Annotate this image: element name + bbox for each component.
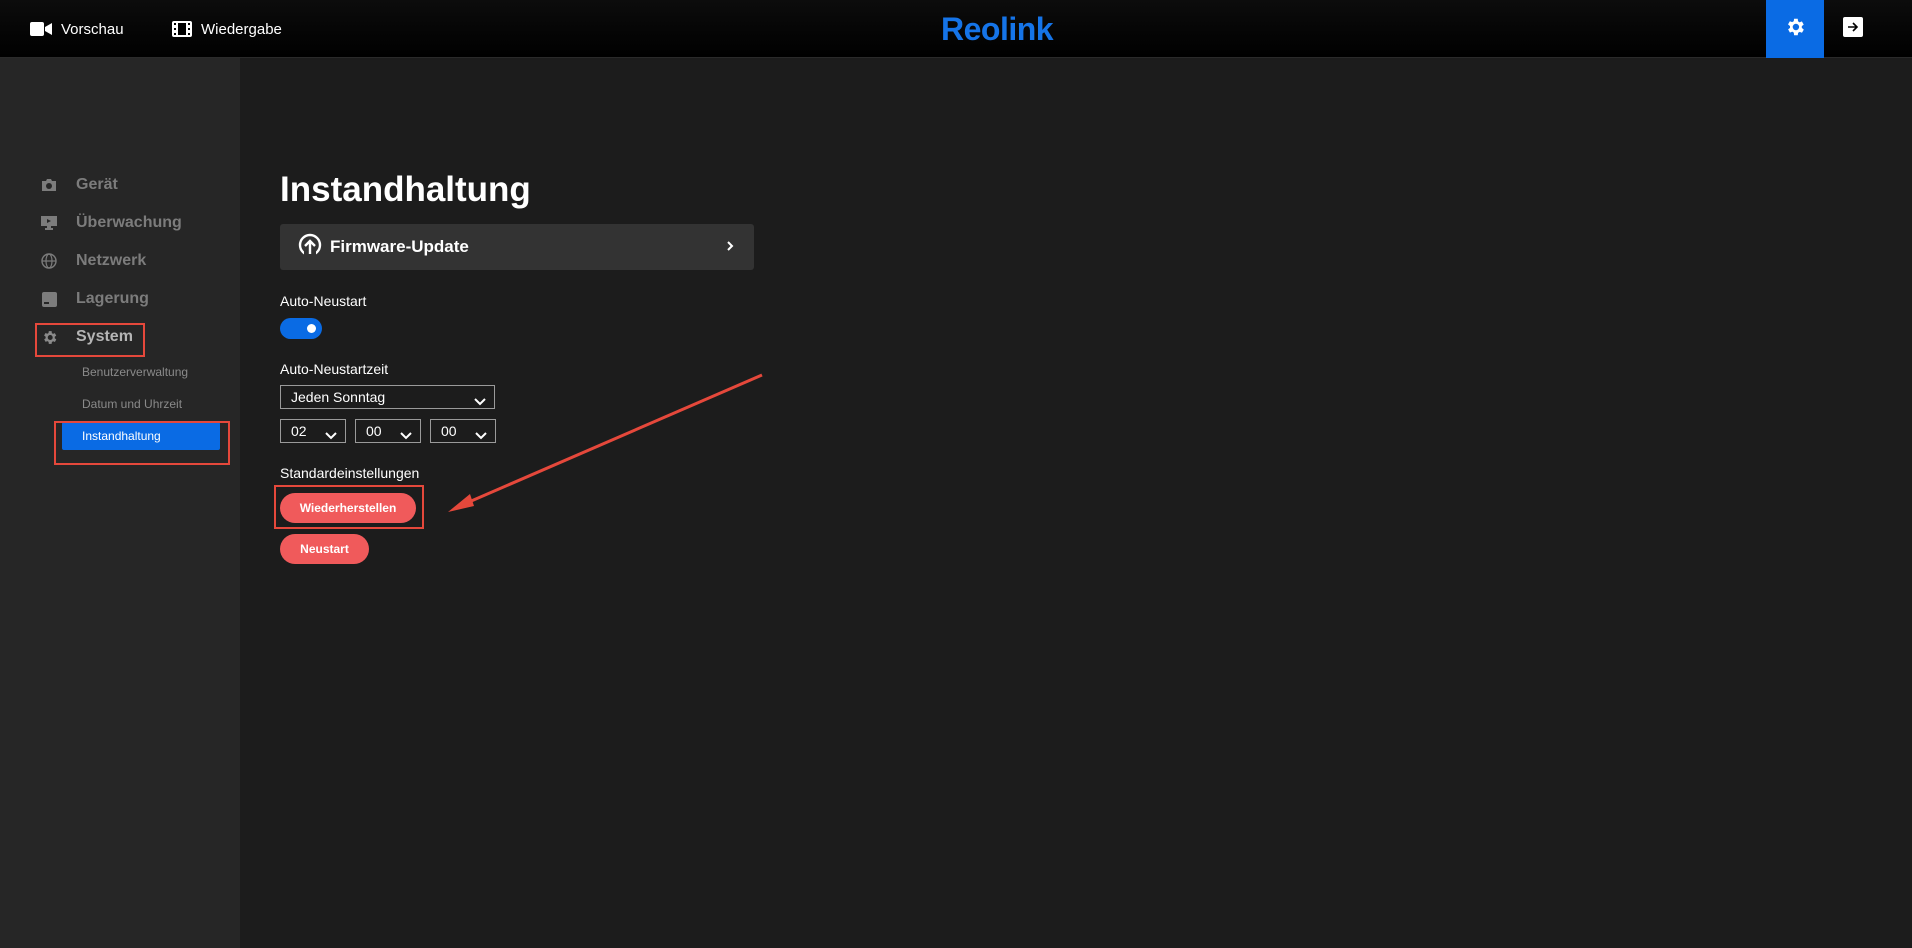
auto-restart-toggle[interactable]: [280, 318, 322, 339]
auto-restart-label: Auto-Neustart: [280, 293, 367, 309]
chevron-down-icon: [325, 427, 337, 443]
sidebar-item-label: System: [76, 328, 133, 345]
restart-day-value: Jeden Sonntag: [291, 389, 386, 405]
logout-icon: [1843, 16, 1863, 42]
defaults-label: Standardeinstellungen: [280, 465, 420, 481]
storage-icon: [40, 290, 58, 308]
restart-second-select[interactable]: 00: [430, 419, 496, 443]
logout-button[interactable]: [1842, 16, 1864, 42]
sidebar-item-network[interactable]: Netzwerk: [40, 248, 146, 274]
firmware-update-label: Firmware-Update: [330, 237, 469, 256]
reolink-logo: Reolink: [941, 11, 1054, 47]
chevron-right-icon: [726, 239, 734, 258]
restart-hour-value: 02: [291, 423, 307, 439]
restart-minute-select[interactable]: 00: [355, 419, 421, 443]
main-content: Instandhaltung Firmware-Update Auto-Neus…: [240, 58, 1912, 948]
restart-second-value: 00: [441, 423, 457, 439]
gear-icon: [1784, 16, 1806, 43]
upload-cloud-icon: [298, 233, 322, 262]
sidebar-subitem-user-management[interactable]: Benutzerverwaltung: [62, 358, 220, 386]
sidebar-item-surveillance[interactable]: Überwachung: [40, 210, 182, 236]
sidebar: Gerät Überwachung Netzwerk Lagerung Syst…: [0, 58, 240, 948]
firmware-update-row[interactable]: Firmware-Update: [280, 224, 754, 270]
sidebar-item-label: Netzwerk: [76, 252, 147, 269]
chevron-down-icon: [474, 393, 486, 409]
settings-button[interactable]: [1766, 0, 1824, 58]
preview-tab[interactable]: Vorschau: [30, 0, 124, 58]
sidebar-item-device[interactable]: Gerät: [40, 172, 118, 198]
restart-hour-select[interactable]: 02: [280, 419, 346, 443]
sidebar-subitem-date-time[interactable]: Datum und Uhrzeit: [62, 390, 220, 418]
monitor-icon: [40, 214, 58, 232]
playback-tab[interactable]: Wiedergabe: [172, 0, 282, 58]
sidebar-item-system[interactable]: System: [40, 324, 133, 350]
chevron-down-icon: [400, 427, 412, 443]
sidebar-item-label: Überwachung: [76, 214, 182, 231]
restart-button[interactable]: Neustart: [280, 534, 369, 564]
sidebar-subitem-maintenance[interactable]: Instandhaltung: [62, 422, 220, 450]
camera-icon: [40, 176, 58, 194]
restart-time-label: Auto-Neustartzeit: [280, 361, 389, 377]
restore-button[interactable]: Wiederherstellen: [280, 493, 416, 523]
sidebar-item-label: Lagerung: [76, 290, 149, 307]
playback-label: Wiedergabe: [201, 20, 282, 38]
globe-icon: [40, 252, 58, 270]
preview-label: Vorschau: [61, 20, 124, 38]
toggle-knob: [307, 324, 316, 333]
video-camera-icon: [30, 21, 52, 37]
gear-icon: [40, 328, 58, 346]
restart-minute-value: 00: [366, 423, 382, 439]
top-bar: Vorschau Wiedergabe Reolink: [0, 0, 1912, 58]
sidebar-item-storage[interactable]: Lagerung: [40, 286, 149, 312]
restart-day-select[interactable]: Jeden Sonntag: [280, 385, 495, 409]
page-title: Instandhaltung: [280, 170, 531, 209]
sidebar-item-label: Gerät: [76, 176, 118, 193]
chevron-down-icon: [475, 427, 487, 443]
film-icon: [172, 21, 192, 37]
